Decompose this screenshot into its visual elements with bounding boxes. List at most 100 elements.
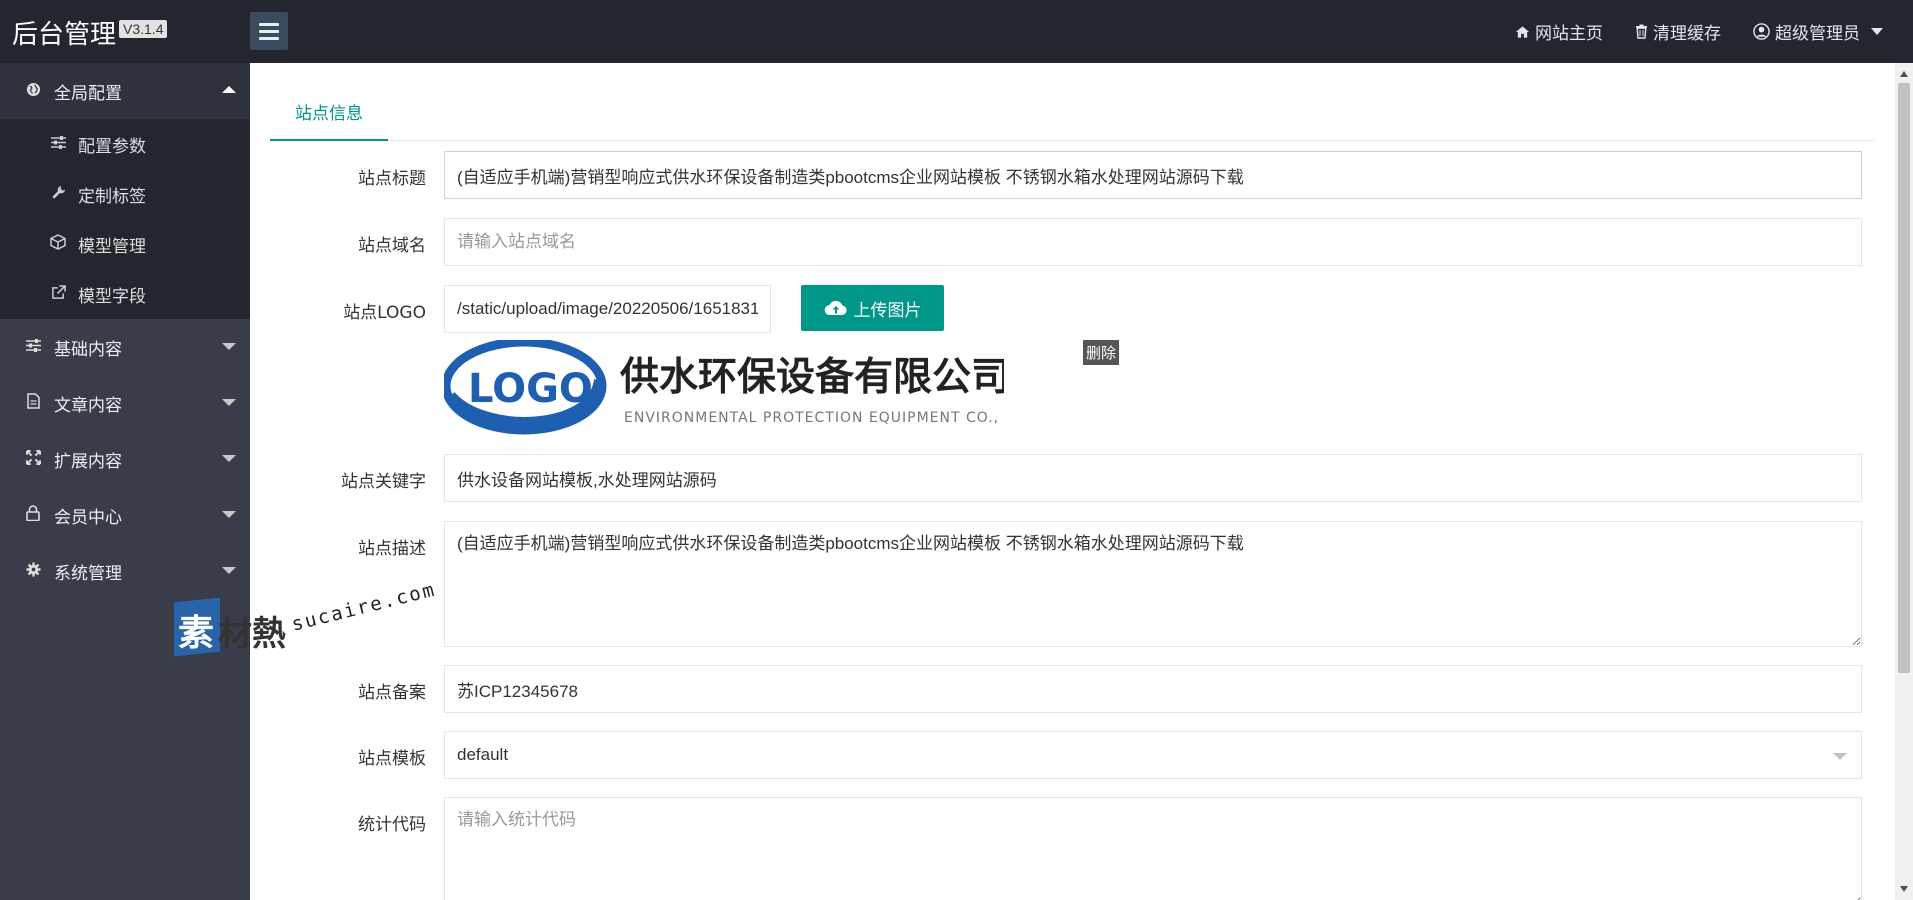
sidebar-item-label: 定制标签: [78, 186, 146, 207]
form-row-keywords: 站点关键字: [270, 454, 1875, 502]
field-label: 站点备案: [358, 683, 426, 703]
scroll-up-icon[interactable]: [1900, 71, 1908, 77]
watermark-char: 素: [178, 613, 215, 654]
menu-bar-icon: [259, 29, 279, 33]
global-config-submenu: 配置参数 定制标签 模型管理 模型字段: [0, 119, 250, 319]
tab-site-info[interactable]: 站点信息: [270, 83, 388, 141]
cube-icon: [50, 234, 66, 254]
field-label: 站点LOGO: [343, 303, 426, 323]
chevron-down-icon: [222, 455, 236, 462]
watermark-logo: 素 材熱 sucaire.com: [174, 579, 438, 660]
sidebar-item-label: 全局配置: [54, 83, 122, 104]
home-icon: [1515, 25, 1530, 38]
sidebar-item-label: 文章内容: [54, 395, 122, 416]
sliders-icon: [24, 338, 42, 356]
site-home-label: 网站主页: [1535, 24, 1603, 44]
field-label: 站点描述: [358, 539, 426, 559]
sidebar-item-config-params[interactable]: 配置参数: [0, 119, 250, 169]
logo-mark-text: LOGO: [468, 366, 593, 412]
sidebar-item-label: 扩展内容: [54, 451, 122, 472]
site-domain-input[interactable]: [444, 218, 1862, 266]
site-home-link[interactable]: 网站主页: [1515, 19, 1603, 44]
form-row-stats: 统计代码: [270, 797, 1875, 900]
site-logo-path-input[interactable]: [444, 285, 771, 333]
tab-bar: 站点信息: [270, 83, 1875, 141]
chevron-down-icon: [222, 343, 236, 350]
field-label: 站点关键字: [341, 472, 426, 492]
cloud-upload-icon: [824, 300, 847, 316]
sidebar: 全局配置 配置参数 定制标签 模型管理 模型字段 基础内容 文章内容 扩展内容 …: [0, 63, 250, 900]
sidebar-item-system-manage[interactable]: 系统管理: [0, 543, 250, 599]
sidebar-item-label: 系统管理: [54, 563, 122, 584]
sidebar-item-label: 基础内容: [54, 339, 122, 360]
form-row-logo: 站点LOGO 上传图片 LOGO 供水环保设备有限公司 ENVIRONMENTA…: [270, 285, 1875, 445]
sidebar-item-basic-content[interactable]: 基础内容: [0, 319, 250, 375]
form-row-template: 站点模板 default: [270, 731, 1875, 779]
gear-icon: [24, 561, 42, 581]
menu-bar-icon: [259, 22, 279, 26]
menu-bar-icon: [259, 36, 279, 40]
logo-company-en: ENVIRONMENTAL PROTECTION EQUIPMENT CO., …: [624, 410, 1004, 426]
sidebar-item-label: 配置参数: [78, 136, 146, 157]
field-label: 站点标题: [358, 169, 426, 189]
form-row-title: 站点标题: [270, 151, 1875, 199]
site-icp-input[interactable]: [444, 665, 1862, 713]
upload-image-button[interactable]: 上传图片: [801, 285, 944, 331]
sidebar-item-label: 会员中心: [54, 507, 122, 528]
delete-logo-button[interactable]: 删除: [1083, 340, 1120, 365]
form-row-domain: 站点域名: [270, 218, 1875, 266]
scroll-down-icon[interactable]: [1900, 886, 1908, 892]
main-content: 站点信息 站点标题 站点域名 站点LOGO 上传图片 LOGO 供水环保设备有限…: [250, 63, 1895, 900]
external-link-icon: [50, 284, 66, 304]
version-badge: V3.1.4: [119, 20, 168, 38]
stats-code-textarea[interactable]: [444, 797, 1862, 900]
chevron-down-icon: [1833, 753, 1847, 760]
site-template-select[interactable]: default: [444, 731, 1862, 779]
chevron-down-icon: [222, 511, 236, 518]
chevron-down-icon: [222, 399, 236, 406]
selected-template: default: [457, 745, 509, 764]
scrollbar-thumb[interactable]: [1898, 83, 1910, 673]
sidebar-item-article-content[interactable]: 文章内容: [0, 375, 250, 431]
site-description-textarea[interactable]: (自适应手机端)营销型响应式供水环保设备制造类pbootcms企业网站模板 不锈…: [444, 521, 1862, 647]
user-menu[interactable]: 超级管理员: [1753, 19, 1883, 44]
sidebar-toggle-button[interactable]: [250, 12, 288, 50]
sidebar-item-custom-tags[interactable]: 定制标签: [0, 169, 250, 219]
sidebar-item-model-fields[interactable]: 模型字段: [0, 269, 250, 319]
brand-title: 后台管理: [12, 20, 117, 50]
chevron-down-icon: [1871, 28, 1883, 35]
form-row-icp: 站点备案: [270, 665, 1875, 713]
sidebar-item-label: 模型管理: [78, 236, 146, 257]
watermark-char: 材熱: [218, 614, 286, 654]
logo-company-name: 供水环保设备有限公司: [620, 355, 1004, 400]
upload-image-label: 上传图片: [853, 300, 922, 320]
field-label: 站点模板: [358, 749, 426, 769]
sliders-icon: [50, 135, 66, 153]
top-nav: 网站主页 清理缓存 超级管理员: [1515, 0, 1883, 63]
sidebar-item-member-center[interactable]: 会员中心: [0, 487, 250, 543]
clear-cache-label: 清理缓存: [1653, 24, 1721, 44]
lock-icon: [24, 505, 42, 525]
sidebar-item-global-config[interactable]: 全局配置: [0, 63, 250, 119]
logo-preview-image: LOGO 供水环保设备有限公司 ENVIRONMENTAL PROTECTION…: [441, 337, 1037, 440]
globe-icon: [24, 82, 42, 101]
clear-cache-link[interactable]: 清理缓存: [1635, 19, 1721, 44]
page-scrollbar[interactable]: [1895, 63, 1913, 900]
trash-icon: [1636, 24, 1647, 39]
site-title-input[interactable]: [444, 151, 1862, 199]
wrench-icon: [50, 185, 66, 204]
top-bar: 后台管理 V3.1.4 网站主页 清理缓存 超级管理员: [0, 0, 1913, 63]
chevron-up-icon: [222, 86, 236, 93]
chevron-down-icon: [222, 567, 236, 574]
file-icon: [24, 393, 42, 413]
sidebar-item-label: 模型字段: [78, 286, 146, 307]
site-keywords-input[interactable]: [444, 454, 1862, 502]
user-name: 超级管理员: [1775, 24, 1860, 44]
expand-icon: [24, 449, 42, 469]
form-row-description: 站点描述 (自适应手机端)营销型响应式供水环保设备制造类pbootcms企业网站…: [270, 521, 1875, 647]
field-label: 站点域名: [358, 236, 426, 256]
sidebar-item-extend-content[interactable]: 扩展内容: [0, 431, 250, 487]
field-label: 统计代码: [358, 815, 426, 835]
sidebar-item-model-manage[interactable]: 模型管理: [0, 219, 250, 269]
user-circle-icon: [1753, 23, 1770, 40]
